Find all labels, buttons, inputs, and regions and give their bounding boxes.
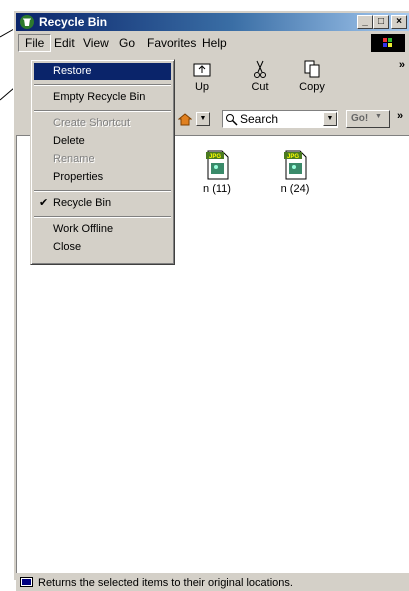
status-bar: Returns the selected items to their orig… — [16, 575, 409, 591]
menu-item-recycle-bin-label: Recycle Bin — [53, 197, 112, 209]
cut-button[interactable]: Cut — [238, 59, 282, 93]
menu-separator — [34, 110, 171, 112]
file-item[interactable]: JPG n (24) — [265, 150, 325, 195]
jpg-file-icon: JPG — [206, 150, 229, 180]
menu-separator — [34, 216, 171, 218]
menu-view[interactable]: View — [77, 35, 115, 51]
up-label: Up — [194, 81, 210, 93]
links-more-chevron[interactable]: » — [397, 110, 403, 122]
menu-help[interactable]: Help — [196, 35, 233, 51]
go-dropdown-arrow[interactable]: ▼ — [375, 113, 382, 120]
windows-logo — [371, 34, 405, 52]
maximize-button[interactable]: □ — [373, 15, 389, 29]
search-box[interactable]: Search — [222, 110, 338, 128]
copy-icon — [304, 60, 320, 78]
svg-text:JPG: JPG — [287, 154, 299, 160]
menu-item-create-shortcut[interactable]: Create Shortcut — [34, 115, 171, 132]
menu-separator — [34, 190, 171, 192]
menu-item-recycle-bin[interactable]: ✔ Recycle Bin — [34, 195, 171, 212]
status-icon — [20, 577, 33, 587]
toolbar-more-chevron[interactable]: » — [399, 59, 405, 71]
minimize-button[interactable]: _ — [357, 15, 373, 29]
close-button[interactable]: × — [391, 15, 407, 29]
menu-favorites[interactable]: Favorites — [141, 35, 202, 51]
menu-item-delete[interactable]: Delete — [34, 133, 171, 150]
menu-edit[interactable]: Edit — [48, 35, 81, 51]
status-text: Returns the selected items to their orig… — [38, 577, 293, 589]
svg-text:JPG: JPG — [209, 154, 221, 160]
up-folder-icon — [193, 63, 211, 77]
menu-separator — [34, 84, 171, 86]
file-item[interactable]: JPG n (11) — [187, 150, 247, 195]
title-bar[interactable]: Recycle Bin _ □ × — [16, 13, 409, 31]
menu-file[interactable]: File — [18, 34, 52, 52]
file-name: n (11) — [203, 183, 231, 195]
recycle-bin-icon — [20, 15, 34, 29]
go-button[interactable]: Go! ▼ — [346, 110, 390, 128]
search-label: Search — [240, 112, 279, 126]
menu-go[interactable]: Go — [113, 35, 141, 51]
window-title: Recycle Bin — [39, 15, 108, 29]
file-menu-dropdown: Restore Empty Recycle Bin Create Shortcu… — [30, 59, 175, 265]
file-name: n (24) — [280, 183, 310, 195]
home-icon[interactable] — [178, 112, 192, 126]
menu-bar: File Edit View Go Favorites Help — [16, 33, 409, 53]
magnifier-icon — [226, 114, 238, 126]
go-label: Go! — [351, 113, 369, 124]
jpg-file-icon: JPG — [284, 150, 307, 180]
menu-item-rename[interactable]: Rename — [34, 151, 171, 168]
menu-item-close[interactable]: Close — [34, 239, 171, 256]
menu-item-empty-recycle-bin[interactable]: Empty Recycle Bin — [34, 89, 171, 106]
home-dropdown-arrow[interactable]: ▼ — [196, 112, 210, 126]
cut-label: Cut — [251, 81, 269, 93]
menu-item-restore[interactable]: Restore — [34, 63, 171, 80]
up-button[interactable]: Up — [180, 59, 224, 93]
search-dropdown-arrow[interactable]: ▼ — [323, 112, 337, 126]
scissors-icon — [254, 60, 266, 78]
check-icon: ✔ — [39, 197, 49, 209]
menu-item-properties[interactable]: Properties — [34, 169, 171, 186]
copy-label: Copy — [299, 81, 325, 93]
menu-item-work-offline[interactable]: Work Offline — [34, 221, 171, 238]
copy-button[interactable]: Copy — [290, 59, 334, 93]
